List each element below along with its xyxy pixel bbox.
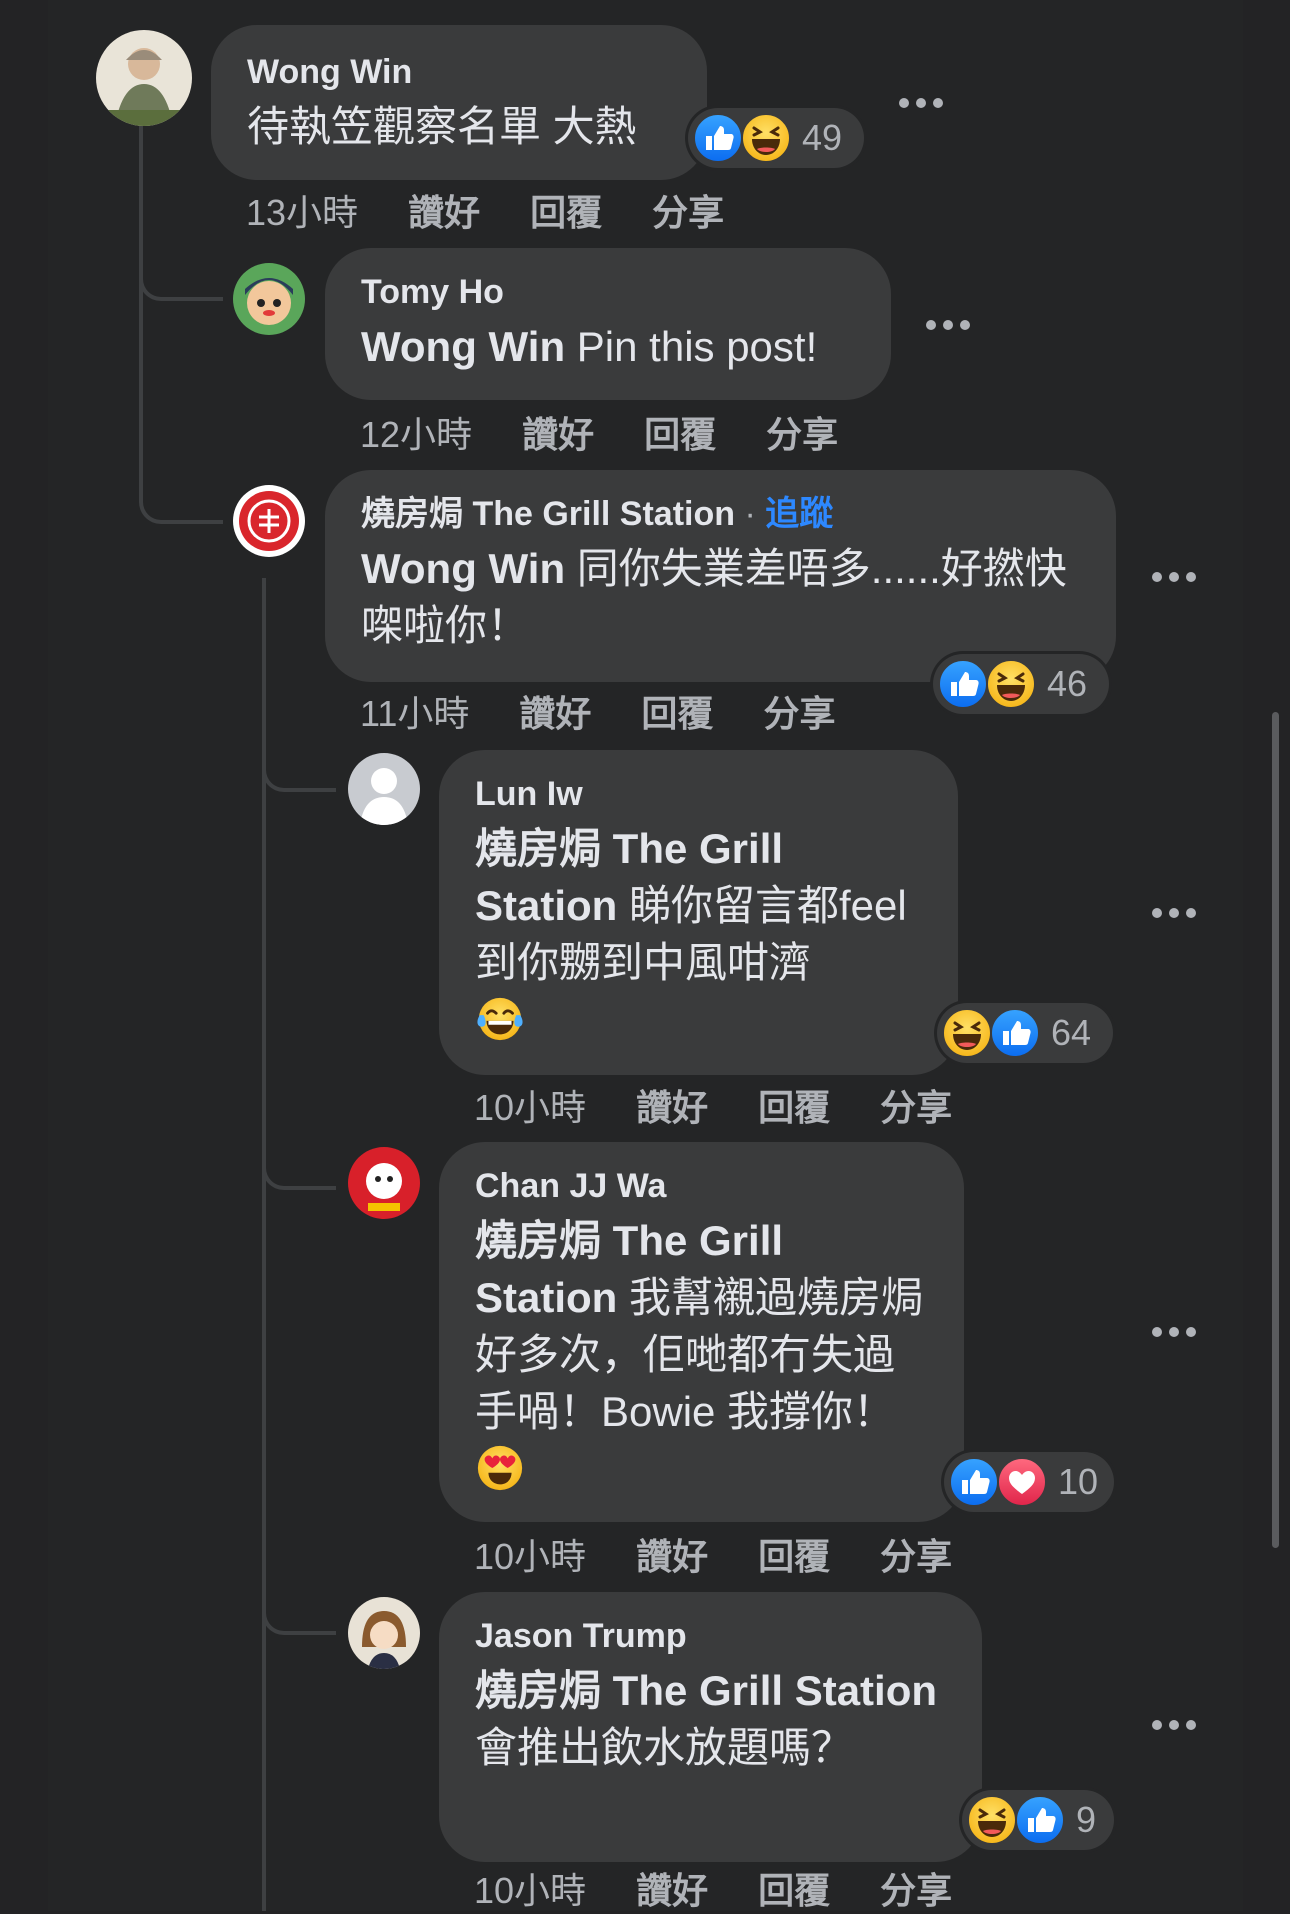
comment-time[interactable]: 13小時	[246, 184, 358, 236]
thread-connector	[139, 260, 223, 301]
share-button[interactable]: 分享	[652, 184, 724, 236]
like-icon	[937, 658, 989, 710]
share-button[interactable]: 分享	[766, 406, 838, 458]
like-icon	[989, 1007, 1041, 1059]
comment-author[interactable]: Wong Win	[247, 50, 671, 94]
like-icon	[1014, 1794, 1066, 1846]
reaction-count: 9	[1076, 1799, 1097, 1840]
comment-author[interactable]: Jason Trump	[475, 1614, 946, 1658]
reaction-summary[interactable]: 9	[962, 1790, 1114, 1850]
like-button[interactable]: 讚好	[408, 184, 480, 236]
comment-bubble: Chan JJ Wa 燒房焗 The Grill Station 我幫襯過燒房焗…	[439, 1142, 964, 1522]
comment-bubble: Wong Win 待執笠觀察名單 大熱	[211, 25, 707, 180]
reply-button[interactable]: 回覆	[530, 184, 602, 236]
more-options-icon[interactable]	[1152, 1325, 1196, 1339]
thread-connector	[139, 395, 223, 524]
comment-author[interactable]: Tomy Ho	[361, 270, 855, 314]
mention-link[interactable]: 燒房焗 The Grill Station	[475, 1667, 937, 1714]
reply-button[interactable]: 回覆	[758, 1862, 830, 1914]
avatar[interactable]	[348, 1597, 420, 1669]
thread-connector	[262, 1130, 336, 1190]
comment-actions: 10小時 讚好 回覆 分享	[474, 1862, 952, 1914]
like-button[interactable]: 讚好	[522, 406, 594, 458]
comment-text: 會推出飲水放題嗎？	[475, 1724, 854, 1771]
reaction-summary[interactable]: 64	[937, 1003, 1113, 1063]
share-button[interactable]: 分享	[880, 1079, 952, 1131]
comment-time[interactable]: 12小時	[360, 406, 472, 458]
tears-of-joy-icon	[475, 994, 525, 1044]
laughing-face-icon	[985, 658, 1037, 710]
mention-link[interactable]: Wong Win	[361, 545, 565, 592]
more-options-icon[interactable]	[926, 318, 970, 332]
comment-bubble: Lun Iw 燒房焗 The Grill Station 睇你留言都feel到你…	[439, 750, 958, 1075]
laughing-face-icon	[966, 1794, 1018, 1846]
more-options-icon[interactable]	[1152, 570, 1196, 584]
comment-author[interactable]: 燒房焗 The Grill Station	[361, 495, 735, 533]
share-button[interactable]: 分享	[880, 1528, 952, 1580]
comment-author[interactable]: Chan JJ Wa	[475, 1164, 928, 1208]
reaction-count: 49	[802, 117, 843, 158]
comment-time[interactable]: 11小時	[360, 685, 469, 737]
comment-text: Pin this post!	[565, 323, 818, 370]
avatar[interactable]	[233, 485, 305, 557]
comment-text: 待執笠觀察名單 大熱	[247, 103, 637, 150]
like-button[interactable]: 讚好	[636, 1528, 708, 1580]
comment-actions: 10小時 讚好 回覆 分享	[474, 1528, 952, 1580]
comment-actions: 10小時 讚好 回覆 分享	[474, 1079, 952, 1131]
more-options-icon[interactable]	[1152, 906, 1196, 920]
avatar[interactable]	[348, 1147, 420, 1219]
like-button[interactable]: 讚好	[636, 1079, 708, 1131]
avatar[interactable]	[96, 30, 192, 126]
comment-bubble: 燒房焗 The Grill Station · 追蹤 Wong Win 同你失業…	[325, 470, 1116, 682]
share-button[interactable]: 分享	[763, 685, 835, 737]
comment-bubble: Jason Trump 燒房焗 The Grill Station 會推出飲水放…	[439, 1592, 982, 1862]
reply-button[interactable]: 回覆	[641, 685, 713, 737]
follow-button[interactable]: 追蹤	[765, 495, 833, 533]
comment-time[interactable]: 10小時	[474, 1528, 586, 1580]
comment-actions: 11小時 讚好 回覆 分享	[360, 685, 835, 737]
mention-link[interactable]: Wong Win	[361, 323, 565, 370]
reaction-count: 64	[1051, 1012, 1092, 1053]
scrollbar[interactable]	[1272, 712, 1279, 1548]
laughing-face-icon	[740, 112, 792, 164]
like-button[interactable]: 讚好	[636, 1862, 708, 1914]
reaction-count: 46	[1047, 663, 1088, 704]
comment-time[interactable]: 10小時	[474, 1079, 586, 1131]
comment-bubble: Tomy Ho Wong Win Pin this post!	[325, 248, 891, 400]
reaction-summary[interactable]: 46	[933, 654, 1109, 714]
reply-button[interactable]: 回覆	[644, 406, 716, 458]
comment-actions: 13小時 讚好 回覆 分享	[246, 184, 724, 236]
reaction-summary[interactable]: 10	[944, 1452, 1114, 1512]
heart-eyes-icon	[475, 1443, 525, 1493]
share-button[interactable]: 分享	[880, 1862, 952, 1914]
reply-button[interactable]: 回覆	[758, 1528, 830, 1580]
laughing-face-icon	[941, 1007, 993, 1059]
reaction-summary[interactable]: 49	[688, 108, 864, 168]
avatar[interactable]	[348, 753, 420, 825]
comment-actions: 12小時 讚好 回覆 分享	[360, 406, 838, 458]
like-button[interactable]: 讚好	[519, 685, 591, 737]
like-icon	[692, 112, 744, 164]
comment-author[interactable]: Lun Iw	[475, 772, 922, 816]
love-icon	[996, 1456, 1048, 1508]
more-options-icon[interactable]	[899, 96, 943, 110]
comment-time[interactable]: 10小時	[474, 1862, 586, 1914]
reaction-count: 10	[1058, 1461, 1099, 1502]
reply-button[interactable]: 回覆	[758, 1079, 830, 1131]
like-icon	[948, 1456, 1000, 1508]
more-options-icon[interactable]	[1152, 1718, 1196, 1732]
separator-dot: ·	[735, 495, 766, 533]
avatar[interactable]	[233, 263, 305, 335]
thread-connector	[262, 1560, 336, 1635]
thread-connector	[262, 720, 336, 792]
